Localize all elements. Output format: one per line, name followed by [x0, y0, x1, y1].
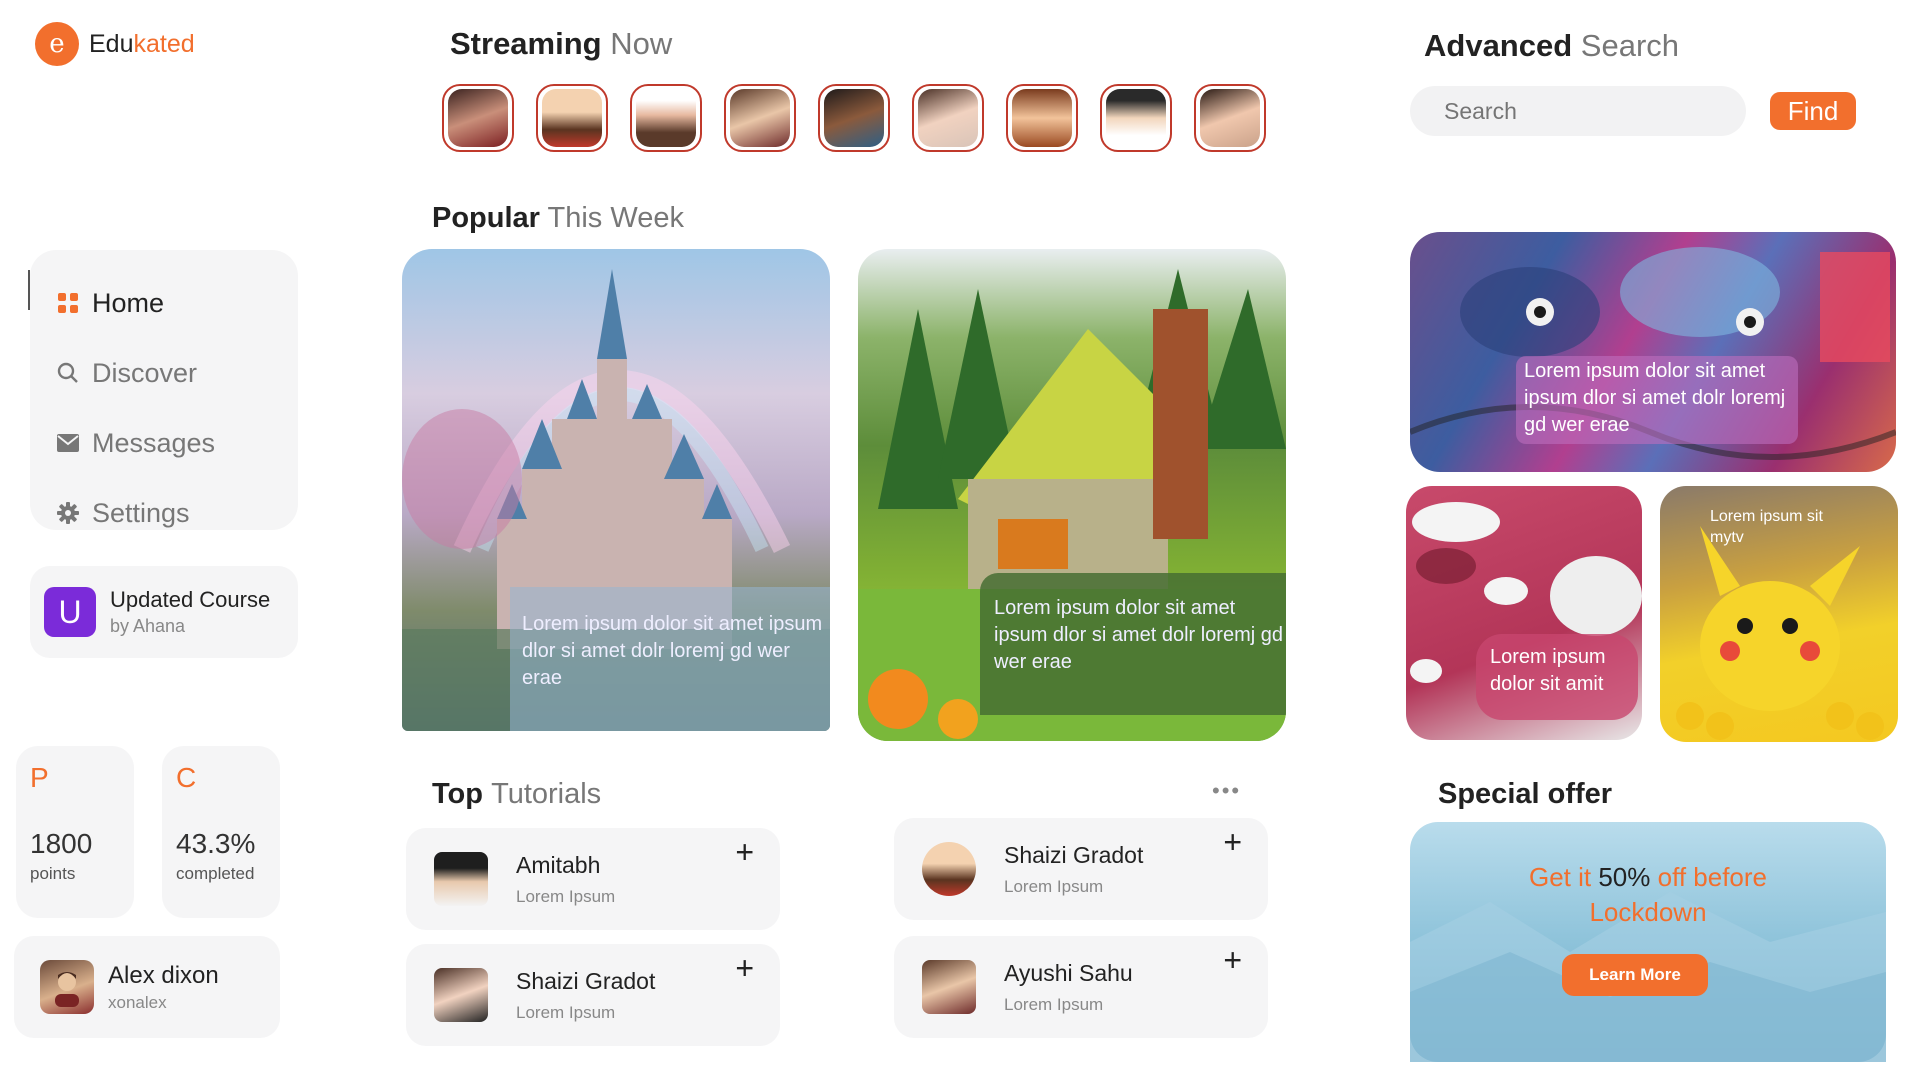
stat-label: completed	[176, 864, 255, 883]
tile-caption: Lorem ipsum sit mytv	[1710, 508, 1823, 546]
special-offer-title: Special offer	[1438, 778, 1613, 810]
stat-letter: C	[176, 762, 197, 793]
sidebar-item-label: Discover	[92, 357, 198, 388]
brand-logo[interactable]: e Edukated	[35, 22, 195, 66]
search-input[interactable]	[1410, 86, 1746, 136]
add-icon[interactable]: +	[735, 950, 754, 987]
card-caption: Lorem ipsum dolor sit amet ipsum dlor si…	[510, 587, 830, 731]
stream-avatar[interactable]	[536, 84, 608, 152]
stream-avatar[interactable]	[818, 84, 890, 152]
mail-icon	[56, 431, 80, 455]
mountains-image	[1410, 892, 1886, 1062]
sidebar-item-discover[interactable]: Discover	[56, 338, 298, 408]
tutorial-name: Ayushi Sahu	[1004, 959, 1133, 986]
user-profile-card[interactable]: Alex dixon xonalex	[14, 936, 280, 1038]
grid-icon	[56, 291, 80, 315]
logo-text: Edukated	[89, 29, 195, 58]
course-author: by Ahana	[110, 616, 186, 636]
tile-caption: Lorem ipsum dolor sit amit	[1476, 634, 1638, 720]
sidebar-item-settings[interactable]: Settings	[56, 478, 298, 548]
gear-icon	[56, 501, 80, 525]
add-icon[interactable]: +	[1223, 942, 1242, 979]
course-badge: U	[44, 587, 96, 637]
avatar	[434, 852, 488, 906]
stream-avatar[interactable]	[724, 84, 796, 152]
tutorial-subtitle: Lorem Ipsum	[1004, 876, 1104, 896]
popular-title: Popular This Week	[432, 202, 684, 234]
popular-card-cottage[interactable]: Lorem ipsum dolor sit amet ipsum dlor si…	[858, 249, 1286, 741]
tutorial-name: Shaizi Gradot	[516, 967, 656, 994]
stream-avatar[interactable]	[1194, 84, 1266, 152]
tutorial-item[interactable]: Amitabh Lorem Ipsum +	[406, 828, 780, 930]
profile-handle: xonalex	[108, 992, 167, 1012]
profile-name: Alex dixon	[108, 961, 219, 989]
stream-avatar[interactable]	[442, 84, 514, 152]
course-title: Updated Course	[110, 587, 271, 612]
tutorial-name: Shaizi Gradot	[1004, 841, 1144, 868]
add-icon[interactable]: +	[735, 834, 754, 871]
graffiti-tile[interactable]: Lorem ipsum dolor sit amet ipsum dlor si…	[1410, 232, 1896, 472]
tutorial-item[interactable]: Ayushi Sahu Lorem Ipsum +	[894, 936, 1268, 1038]
tutorials-title: Top Tutorials	[432, 778, 602, 810]
completed-stat-card: C 43.3% completed	[162, 746, 280, 918]
tutorial-subtitle: Lorem Ipsum	[1004, 994, 1104, 1014]
stream-avatar[interactable]	[912, 84, 984, 152]
tutorial-name: Amitabh	[516, 851, 601, 878]
advanced-search-title: Advanced Search	[1424, 28, 1680, 63]
logo-mark: e	[35, 22, 79, 66]
stat-value: 43.3%	[176, 828, 256, 859]
stat-letter: P	[30, 762, 49, 793]
avatar	[922, 960, 976, 1014]
tile-caption: Lorem ipsum dolor sit amet ipsum dlor si…	[1516, 356, 1798, 444]
avatar	[434, 968, 488, 1022]
tutorial-item[interactable]: Shaizi Gradot Lorem Ipsum +	[894, 818, 1268, 920]
streaming-avatars	[442, 84, 1266, 152]
stream-avatar[interactable]	[1006, 84, 1078, 152]
popular-card-castle[interactable]: Lorem ipsum dolor sit amet ipsum dlor si…	[402, 249, 830, 731]
pink-wall-tile[interactable]: Lorem ipsum dolor sit amit	[1406, 486, 1642, 740]
tutorial-item[interactable]: Shaizi Gradot Lorem Ipsum +	[406, 944, 780, 1046]
sidebar-nav: Home Discover Messages Settings	[30, 250, 298, 530]
updated-course-card[interactable]: U Updated Course by Ahana	[30, 566, 298, 658]
pikachu-tile[interactable]: Lorem ipsum sit mytv	[1660, 486, 1898, 742]
add-icon[interactable]: +	[1223, 824, 1242, 861]
stream-avatar[interactable]	[1100, 84, 1172, 152]
sidebar-item-label: Messages	[92, 427, 216, 458]
card-caption: Lorem ipsum dolor sit amet ipsum dlor si…	[980, 573, 1286, 715]
offer-text: Get it 50% off before Lockdown	[1528, 862, 1768, 927]
sidebar-item-home[interactable]: Home	[56, 268, 298, 338]
avatar	[40, 960, 94, 1014]
sidebar-item-messages[interactable]: Messages	[56, 408, 298, 478]
learn-more-button[interactable]: Learn More	[1562, 954, 1708, 996]
sidebar-item-label: Settings	[92, 497, 190, 528]
streaming-title: Streaming Now	[450, 26, 673, 61]
stat-value: 1800	[30, 828, 93, 859]
avatar	[922, 842, 976, 896]
more-options-icon[interactable]: •••	[1212, 778, 1241, 804]
tutorial-subtitle: Lorem Ipsum	[516, 886, 616, 906]
find-button[interactable]: Find	[1770, 92, 1856, 130]
stat-label: points	[30, 864, 76, 883]
sidebar-item-label: Home	[92, 287, 165, 318]
stream-avatar[interactable]	[630, 84, 702, 152]
search-icon	[56, 361, 80, 385]
special-offer-card: Get it 50% off before Lockdown Learn Mor…	[1410, 822, 1886, 1062]
points-stat-card: P 1800 points	[16, 746, 134, 918]
tutorial-subtitle: Lorem Ipsum	[516, 1002, 616, 1022]
